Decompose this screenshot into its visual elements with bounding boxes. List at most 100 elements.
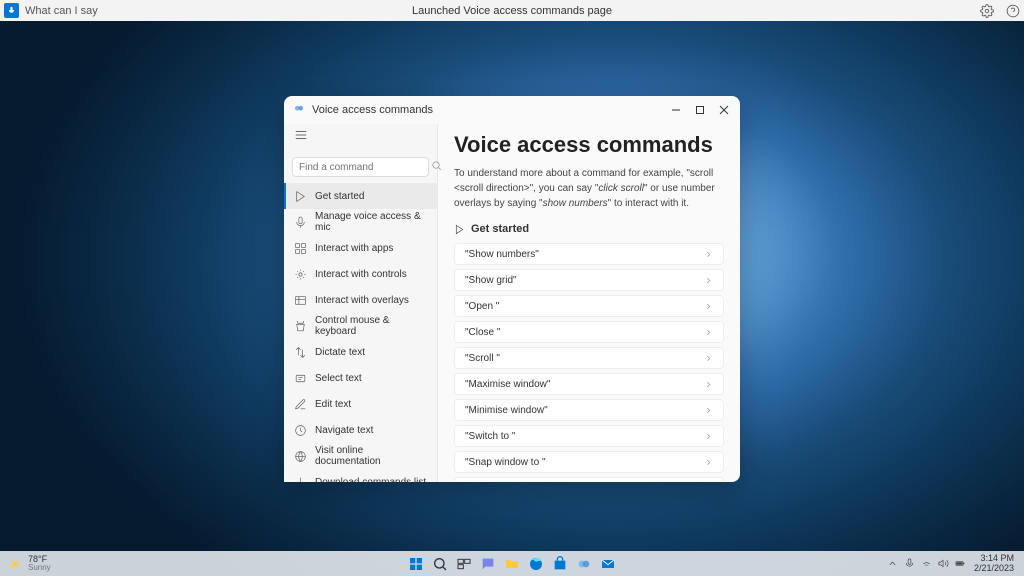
wifi-icon[interactable] — [921, 558, 932, 569]
nav-icon — [294, 320, 307, 333]
weather-condition: Sunny — [28, 564, 51, 572]
search-button[interactable] — [430, 554, 450, 574]
nav-label: Select text — [315, 373, 362, 384]
command-label: "Show numbers" — [465, 249, 539, 260]
command-label: "Show grid" — [465, 275, 517, 286]
command-label: "Maximise window" — [465, 379, 550, 390]
command-item[interactable]: "Show numbers" — [454, 243, 724, 265]
command-label: "Scroll " — [465, 353, 500, 364]
chevron-right-icon — [704, 458, 713, 467]
voice-access-app-button[interactable] — [574, 554, 594, 574]
command-item[interactable]: "Minimise window" — [454, 399, 724, 421]
edge-button[interactable] — [526, 554, 546, 574]
voice-access-prompt: What can I say — [25, 5, 98, 17]
command-item[interactable]: "Snap window to " — [454, 451, 724, 473]
chevron-right-icon — [704, 328, 713, 337]
battery-icon[interactable] — [955, 558, 966, 569]
task-view-button[interactable] — [454, 554, 474, 574]
nav-item[interactable]: Interact with overlays — [284, 287, 437, 313]
chat-button[interactable] — [478, 554, 498, 574]
page-description: To understand more about a command for e… — [454, 166, 724, 211]
command-item[interactable]: "Scroll " — [454, 347, 724, 369]
command-label: "Open " — [465, 301, 499, 312]
nav-item[interactable]: Get started — [284, 183, 437, 209]
section-title: Get started — [471, 223, 529, 235]
weather-widget[interactable]: 78°F Sunny — [0, 555, 51, 572]
nav-item[interactable]: Control mouse & keyboard — [284, 313, 437, 339]
command-label: "Minimise window" — [465, 405, 548, 416]
close-button[interactable] — [712, 98, 736, 122]
content-pane: Voice access commands To understand more… — [438, 124, 740, 482]
mail-button[interactable] — [598, 554, 618, 574]
nav-item[interactable]: Select text — [284, 365, 437, 391]
settings-icon[interactable] — [980, 4, 994, 18]
nav-item[interactable]: Interact with apps — [284, 235, 437, 261]
nav-item[interactable]: Edit text — [284, 391, 437, 417]
window-titlebar[interactable]: Voice access commands — [284, 96, 740, 124]
command-item[interactable]: "Show grid" — [454, 269, 724, 291]
clock[interactable]: 3:14 PM 2/21/2023 — [974, 554, 1014, 574]
nav-icon — [294, 190, 307, 203]
nav-bottom-item[interactable]: Visit online documentation — [284, 443, 437, 469]
system-tray[interactable]: 3:14 PM 2/21/2023 — [887, 554, 1024, 574]
command-label: "Snap window to " — [465, 457, 546, 468]
nav-icon — [294, 242, 307, 255]
app-icon — [292, 103, 306, 117]
window-title: Voice access commands — [312, 104, 664, 116]
nav-item[interactable]: Dictate text — [284, 339, 437, 365]
chevron-right-icon — [704, 380, 713, 389]
nav-list: Get started Manage voice access & mic Inte… — [284, 183, 437, 443]
sidebar-bottom: Visit online documentationDownload comma… — [284, 443, 437, 482]
store-button[interactable] — [550, 554, 570, 574]
hamburger-menu-button[interactable] — [284, 124, 437, 151]
command-item[interactable]: "Maximise window" — [454, 373, 724, 395]
maximize-button[interactable] — [688, 98, 712, 122]
nav-icon — [294, 398, 307, 411]
sidebar: Get started Manage voice access & mic Inte… — [284, 124, 438, 482]
command-item[interactable]: "Click " — [454, 477, 724, 482]
command-item[interactable]: "Switch to " — [454, 425, 724, 447]
command-label: "Switch to " — [465, 431, 515, 442]
chevron-right-icon — [704, 302, 713, 311]
nav-bottom-item[interactable]: Download commands list — [284, 469, 437, 482]
date: 2/21/2023 — [974, 564, 1014, 574]
minimize-button[interactable] — [664, 98, 688, 122]
page-title: Voice access commands — [454, 132, 724, 158]
taskbar-center — [406, 554, 618, 574]
voice-access-status: Launched Voice access commands page — [412, 5, 612, 17]
command-label: "Close " — [465, 327, 500, 338]
nav-icon — [294, 216, 307, 229]
nav-icon — [294, 476, 307, 483]
nav-label: Dictate text — [315, 347, 365, 358]
command-item[interactable]: "Open " — [454, 295, 724, 317]
voice-access-mic-button[interactable] — [4, 3, 19, 18]
voice-access-bar: What can I say Launched Voice access com… — [0, 0, 1024, 21]
search-input[interactable] — [299, 162, 431, 173]
desktop-wallpaper: What can I say Launched Voice access com… — [0, 0, 1024, 576]
nav-label: Navigate text — [315, 425, 373, 436]
nav-item[interactable]: Manage voice access & mic — [284, 209, 437, 235]
help-icon[interactable] — [1006, 4, 1020, 18]
file-explorer-button[interactable] — [502, 554, 522, 574]
nav-label: Edit text — [315, 399, 351, 410]
chevron-right-icon — [704, 354, 713, 363]
volume-icon[interactable] — [938, 558, 949, 569]
nav-icon — [294, 294, 307, 307]
taskbar: 78°F Sunny — [0, 551, 1024, 576]
chevron-up-icon[interactable] — [887, 558, 898, 569]
nav-icon — [294, 346, 307, 359]
chevron-right-icon — [704, 406, 713, 415]
section-header: Get started — [454, 223, 724, 235]
nav-label: Get started — [315, 191, 364, 202]
search-box[interactable] — [292, 157, 429, 177]
chevron-right-icon — [704, 276, 713, 285]
mic-tray-icon[interactable] — [904, 558, 915, 569]
nav-item[interactable]: Navigate text — [284, 417, 437, 443]
nav-label: Interact with apps — [315, 243, 393, 254]
command-item[interactable]: "Close " — [454, 321, 724, 343]
nav-label: Interact with controls — [315, 269, 407, 280]
nav-item[interactable]: Interact with controls — [284, 261, 437, 287]
voice-access-commands-window: Voice access commands Get started Manage … — [284, 96, 740, 482]
start-button[interactable] — [406, 554, 426, 574]
chevron-right-icon — [704, 250, 713, 259]
